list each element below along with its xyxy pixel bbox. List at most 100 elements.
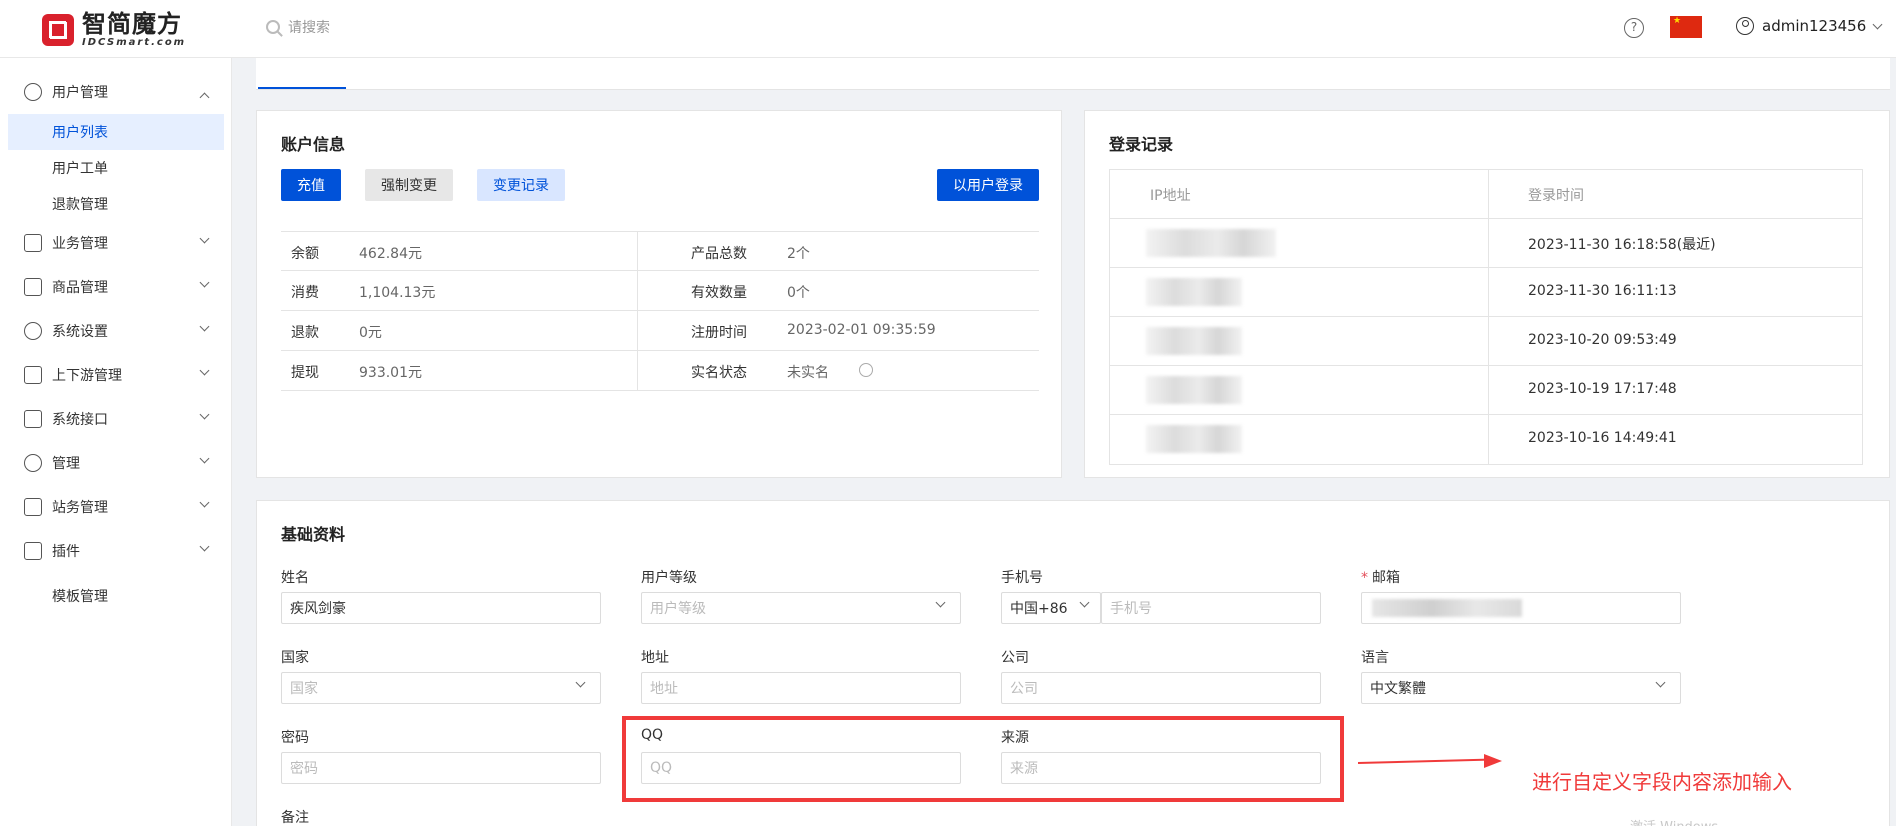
verify-user-icon	[859, 363, 873, 377]
country-select[interactable]: 国家	[281, 672, 601, 704]
sidebar-sub-refund[interactable]: 退款管理	[8, 186, 224, 222]
redacted-ip	[1146, 425, 1242, 453]
help-icon[interactable]: ?	[1624, 18, 1644, 38]
flag-star-icon: ★	[1673, 16, 1682, 26]
sidebar-item-plugins[interactable]: 插件	[0, 533, 232, 569]
logo-icon	[42, 14, 74, 46]
redacted-email	[1372, 599, 1522, 617]
annotation-highlight-box	[622, 716, 1344, 802]
recharge-button[interactable]: 充值	[281, 169, 341, 201]
sidebar-item-manage[interactable]: 管理	[0, 445, 232, 481]
language-select[interactable]: 中文繁體	[1361, 672, 1681, 704]
activation-watermark: 激活 Windows	[1630, 816, 1718, 826]
name-field[interactable]: 疾风剑豪	[281, 592, 601, 624]
remark-label: 备注	[281, 810, 309, 826]
add-folder-icon	[24, 498, 42, 516]
user-icon	[1736, 17, 1754, 35]
info-key: 注册时间	[691, 325, 747, 341]
sidebar-sub-user-tickets[interactable]: 用户工单	[8, 150, 224, 186]
sidebar-item-user-management[interactable]: 用户管理	[0, 74, 232, 110]
table-header-row: IP地址 登录时间	[1110, 170, 1862, 219]
address-field[interactable]: 地址	[641, 672, 961, 704]
card-title: 登录记录	[1109, 135, 1174, 154]
sidebar-item-label: 系统接口	[52, 412, 108, 428]
sidebar-item-business[interactable]: 业务管理	[0, 225, 232, 261]
email-field[interactable]	[1361, 592, 1681, 624]
company-label: 公司	[1001, 650, 1029, 666]
chevron-down-icon	[199, 233, 210, 244]
sidebar-item-label: 业务管理	[52, 236, 108, 252]
company-field[interactable]: 公司	[1001, 672, 1321, 704]
search-box[interactable]: 请搜索	[266, 17, 330, 37]
phone-code-select[interactable]: 中国+86	[1001, 592, 1101, 624]
chevron-down-icon	[199, 277, 210, 288]
chevron-down-icon	[199, 497, 210, 508]
account-info-table: 余额 462.84元 产品总数 2个 消费 1,104.13元 有效数量 0个 …	[281, 231, 1039, 391]
card-title: 账户信息	[281, 135, 346, 154]
sidebar-sub-user-list[interactable]: 用户列表	[8, 114, 224, 150]
document-icon	[24, 234, 42, 252]
table-row: 2023-10-19 17:17:48	[1110, 366, 1862, 415]
info-value: 462.84元	[359, 246, 422, 262]
sidebar-item-templates[interactable]: 模板管理	[8, 578, 224, 614]
sidebar-item-upstream[interactable]: 上下游管理	[0, 357, 232, 393]
user-menu[interactable]: admin123456	[1736, 17, 1883, 35]
redacted-ip	[1146, 278, 1242, 306]
sidebar-item-label: 管理	[52, 456, 80, 472]
sidebar-item-system-settings[interactable]: 系统设置	[0, 313, 232, 349]
email-label: * 邮箱	[1361, 567, 1400, 587]
info-key: 退款	[291, 325, 319, 341]
sidebar-item-label: 上下游管理	[52, 368, 122, 384]
redacted-ip	[1146, 327, 1242, 355]
required-mark: *	[1361, 570, 1368, 586]
level-placeholder: 用户等级	[650, 601, 706, 617]
login-log-table: IP地址 登录时间 2023-11-30 16:18:58(最近) 2023-1…	[1109, 169, 1863, 465]
sidebar-item-label: 系统设置	[52, 324, 108, 340]
info-value: 0个	[787, 285, 810, 301]
password-field[interactable]: 密码	[281, 752, 601, 784]
chevron-down-icon	[935, 597, 946, 608]
login-log-card: 登录记录 IP地址 登录时间 2023-11-30 16:18:58(最近) 2…	[1084, 110, 1890, 478]
card-title: 基础资料	[281, 525, 346, 544]
info-key: 余额	[291, 246, 319, 262]
table-row: 2023-11-30 16:11:13	[1110, 268, 1862, 317]
info-value: 2023-02-01 09:35:59	[787, 322, 936, 338]
redacted-ip	[1146, 376, 1242, 404]
info-value: 0元	[359, 325, 382, 341]
phone-label: 手机号	[1001, 570, 1043, 586]
sidebar-item-site-management[interactable]: 站务管理	[0, 489, 232, 525]
sidebar-item-interfaces[interactable]: 系统接口	[0, 401, 232, 437]
sidebar-item-products[interactable]: 商品管理	[0, 269, 232, 305]
level-select[interactable]: 用户等级	[641, 592, 961, 624]
table-row: 余额 462.84元 产品总数 2个	[281, 231, 1039, 271]
username: admin123456	[1762, 17, 1867, 35]
force-change-button[interactable]: 强制变更	[365, 169, 453, 201]
annotation-text: 进行自定义字段内容添加输入	[1532, 770, 1792, 794]
phone-field[interactable]: 手机号	[1101, 592, 1321, 624]
active-tab-indicator	[258, 87, 346, 89]
country-placeholder: 国家	[290, 681, 318, 697]
search-placeholder: 请搜索	[288, 20, 330, 36]
logo[interactable]: 智简魔方 IDCSmart.com	[42, 12, 186, 48]
info-key: 消费	[291, 285, 319, 301]
change-log-button[interactable]: 变更记录	[477, 169, 565, 201]
redacted-ip	[1146, 229, 1276, 257]
table-row: 提现 933.01元 实名状态 未实名	[281, 351, 1039, 391]
country-label: 国家	[281, 650, 309, 666]
level-label: 用户等级	[641, 570, 697, 586]
chevron-down-icon	[199, 409, 210, 420]
login-as-user-button[interactable]: 以用户登录	[937, 169, 1039, 201]
chevron-down-icon	[199, 321, 210, 332]
sparkle-icon	[24, 454, 42, 472]
china-flag-icon[interactable]: ★	[1670, 16, 1702, 38]
table-row: 2023-11-30 16:18:58(最近)	[1110, 219, 1862, 268]
login-time: 2023-10-19 17:17:48	[1528, 381, 1677, 397]
info-value: 1,104.13元	[359, 285, 436, 301]
chevron-down-icon	[199, 541, 210, 552]
phone-code: 中国+86	[1010, 601, 1068, 617]
chevron-down-icon	[199, 365, 210, 376]
login-time: 2023-11-30 16:18:58(最近)	[1528, 237, 1716, 253]
chevron-up-icon	[199, 92, 210, 103]
login-time: 2023-10-20 09:53:49	[1528, 332, 1677, 348]
column-header-ip: IP地址	[1150, 188, 1191, 204]
